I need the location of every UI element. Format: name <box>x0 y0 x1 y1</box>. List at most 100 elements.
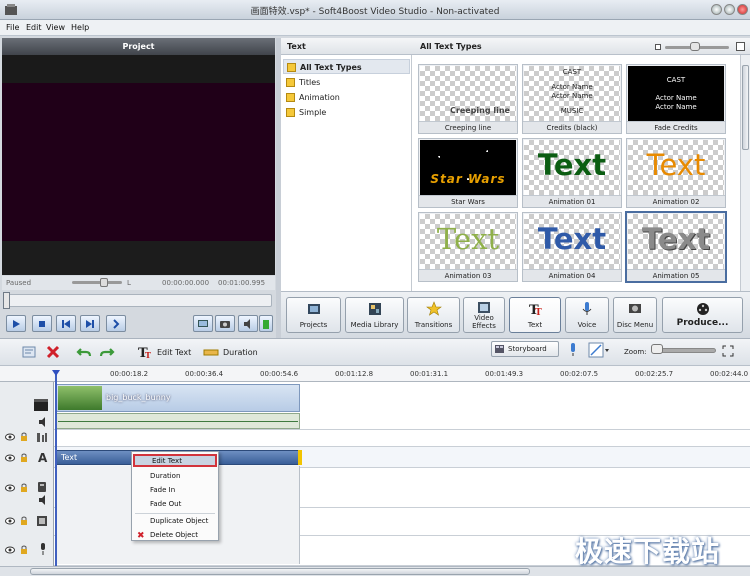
media-library-button[interactable]: Media Library <box>345 297 404 333</box>
menu-item-fade-out[interactable]: Fade Out <box>133 498 217 511</box>
tree-item-label: Titles <box>299 78 321 87</box>
gallery-scrollbar[interactable] <box>740 55 750 291</box>
lock-icon[interactable] <box>20 545 28 555</box>
volume-slider-thumb[interactable] <box>100 278 108 287</box>
thumb-star-wars[interactable]: Star Wars Star Wars <box>418 138 518 208</box>
preview-text: MUSIC <box>560 107 584 115</box>
disc-menu-button[interactable]: Disc Menu <box>613 297 657 333</box>
properties-icon[interactable] <box>21 344 37 360</box>
maximize-button[interactable] <box>724 4 735 15</box>
menu-item-delete-object[interactable]: Delete Object <box>133 529 217 542</box>
tree-item-label: Animation <box>299 93 340 102</box>
projects-button[interactable]: Projects <box>286 297 341 333</box>
thumb-preview: Text <box>524 214 620 270</box>
volume-slider[interactable] <box>72 281 122 284</box>
window-title: 画面特效.vsp* - Soft4Boost Video Studio - No… <box>250 7 500 17</box>
battery-indicator <box>259 315 273 332</box>
edit-text-button[interactable]: Edit Text <box>157 348 191 357</box>
preview-text: Actor Name <box>551 92 593 100</box>
film-reel-icon <box>696 303 709 315</box>
duration-icon[interactable] <box>203 344 219 360</box>
draw-line-icon[interactable] <box>588 342 610 358</box>
menu-item-fade-in[interactable]: Fade In <box>133 484 217 497</box>
video-effects-button[interactable]: Video Effects <box>463 297 505 333</box>
thumb-preview: Text <box>628 140 724 196</box>
tree-item-all-text-types[interactable]: All Text Types <box>283 59 410 74</box>
section-label: Video Effects <box>472 314 496 330</box>
menu-view[interactable]: View <box>46 23 65 32</box>
thumb-creeping-line[interactable]: Creeping line Creeping line <box>418 64 518 134</box>
lock-icon[interactable] <box>20 483 28 493</box>
eye-icon[interactable] <box>5 433 15 441</box>
next-frame-button[interactable] <box>80 315 100 332</box>
speaker-icon <box>244 318 250 329</box>
snapshot-button[interactable] <box>215 315 235 332</box>
storyboard-button[interactable]: Storyboard <box>491 341 559 357</box>
delete-icon[interactable] <box>45 344 61 360</box>
eye-icon[interactable] <box>5 484 15 492</box>
menu-item-duration[interactable]: Duration <box>133 470 217 483</box>
thumb-animation-04[interactable]: Text Animation 04 <box>522 212 622 282</box>
forward-button[interactable] <box>106 315 126 332</box>
redo-icon[interactable] <box>99 344 115 360</box>
play-button[interactable] <box>6 315 26 332</box>
thumbnail-small-icon[interactable] <box>655 44 661 50</box>
undo-icon[interactable] <box>76 344 92 360</box>
eye-icon[interactable] <box>5 454 15 462</box>
minimize-button[interactable] <box>711 4 722 15</box>
speaker-icon[interactable] <box>38 417 48 427</box>
timeline-scroll-thumb[interactable] <box>30 568 530 575</box>
volume-button[interactable] <box>238 315 258 332</box>
playhead[interactable] <box>55 370 57 566</box>
produce-button[interactable]: Produce... <box>662 297 743 333</box>
preview-text: CAST <box>562 68 582 76</box>
fullscreen-button[interactable] <box>193 315 213 332</box>
microphone-icon[interactable] <box>567 342 579 358</box>
thumb-credits-black[interactable]: CAST Actor Name Actor Name MUSIC Credits… <box>522 64 622 134</box>
menu-item-edit-text[interactable]: Edit Text <box>133 454 217 467</box>
eye-icon[interactable] <box>5 546 15 554</box>
menu-item-duplicate-object[interactable]: Duplicate Object <box>133 515 217 528</box>
thumb-animation-01[interactable]: Text Animation 01 <box>522 138 622 208</box>
text-clip-resize-handle[interactable] <box>298 450 302 465</box>
close-button[interactable] <box>737 4 748 15</box>
menu-file[interactable]: File <box>6 23 19 32</box>
audio-waveform <box>58 421 298 422</box>
gallery-scroll-thumb[interactable] <box>742 65 749 150</box>
lock-icon[interactable] <box>20 432 28 442</box>
edit-text-icon[interactable]: TT <box>137 344 153 360</box>
transitions-button[interactable]: Transitions <box>407 297 460 333</box>
tree-item-simple[interactable]: Simple <box>283 105 410 120</box>
thumbnail-size-thumb[interactable] <box>690 42 700 51</box>
speaker-icon[interactable] <box>38 495 48 505</box>
menu-help[interactable]: Help <box>71 23 89 32</box>
timeline-zoom-thumb[interactable] <box>651 344 663 354</box>
thumb-animation-03[interactable]: Text Animation 03 <box>418 212 518 282</box>
playback-status: Paused <box>6 279 32 287</box>
audio-clip[interactable] <box>55 413 300 429</box>
thumb-preview: Text <box>628 214 724 270</box>
thumbnail-large-icon[interactable] <box>736 42 745 51</box>
text-button[interactable]: TT Text <box>509 297 561 333</box>
duration-button[interactable]: Duration <box>223 348 258 357</box>
seek-thumb[interactable] <box>3 292 10 309</box>
video-clip[interactable]: big_buck_bunny <box>55 384 300 412</box>
thumb-animation-05[interactable]: Text Animation 05 <box>625 211 727 283</box>
menu-edit[interactable]: Edit <box>26 23 42 32</box>
title-bar: 画面特效.vsp* - Soft4Boost Video Studio - No… <box>0 0 750 20</box>
lock-icon[interactable] <box>20 453 28 463</box>
text-category-icon <box>287 63 296 72</box>
voice-button[interactable]: Voice <box>565 297 609 333</box>
fit-timeline-icon[interactable] <box>722 345 734 357</box>
eye-icon[interactable] <box>5 517 15 525</box>
watermark: 极速下载站 <box>575 535 721 568</box>
thumb-fade-credits[interactable]: CAST Actor Name Actor Name Fade Credits <box>626 64 726 134</box>
seek-bar[interactable] <box>4 294 272 307</box>
thumb-animation-02[interactable]: Text Animation 02 <box>626 138 726 208</box>
previous-frame-button[interactable] <box>56 315 76 332</box>
stop-button[interactable] <box>32 315 52 332</box>
tree-item-animation[interactable]: Animation <box>283 90 410 105</box>
tree-item-titles[interactable]: Titles <box>283 75 410 90</box>
lock-icon[interactable] <box>20 516 28 526</box>
playhead-marker-icon[interactable] <box>52 370 60 378</box>
